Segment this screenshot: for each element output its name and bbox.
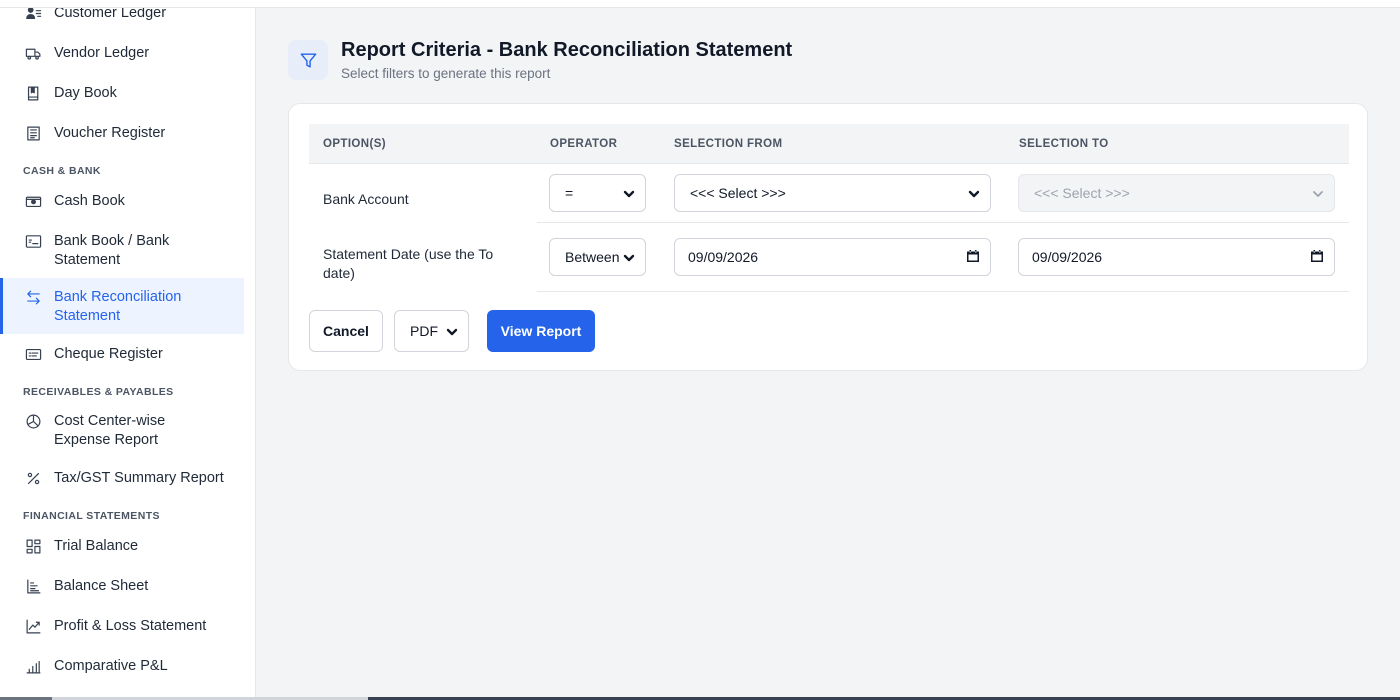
date-from-input[interactable]: 09/09/2026 bbox=[674, 238, 991, 276]
row-divider bbox=[537, 222, 1349, 223]
bar-chart-icon bbox=[24, 657, 42, 675]
sidebar-item-label: Bank Book / Bank Statement bbox=[54, 233, 170, 268]
date-from-value: 09/09/2026 bbox=[688, 249, 759, 265]
pie-chart-icon bbox=[24, 412, 42, 430]
format-value: PDF bbox=[410, 323, 438, 339]
date-to-input[interactable]: 09/09/2026 bbox=[1018, 238, 1335, 276]
sidebar-item-label: Day Book bbox=[54, 85, 117, 101]
selection-from-bank-account[interactable]: <<< Select >>> bbox=[674, 174, 991, 212]
operator-select-bank-account[interactable]: = bbox=[549, 174, 646, 212]
bar-list-icon bbox=[24, 577, 42, 595]
sidebar-item-tax-gst-summary[interactable]: Tax/GST Summary Report bbox=[0, 469, 244, 488]
filter-icon bbox=[288, 40, 328, 80]
format-select[interactable]: PDF bbox=[394, 310, 469, 352]
column-header-selection-to: SELECTION TO bbox=[1019, 138, 1109, 150]
view-report-button[interactable]: View Report bbox=[487, 310, 595, 352]
section-label-financial-statements: FINANCIAL STATEMENTS bbox=[23, 510, 160, 522]
sidebar-item-bank-book[interactable]: Bank Book / Bank Statement bbox=[0, 232, 244, 270]
criteria-table-header: OPTION(S) OPERATOR SELECTION FROM SELECT… bbox=[309, 124, 1349, 164]
section-label-cash-bank: CASH & BANK bbox=[23, 165, 101, 177]
sidebar-item-voucher-register[interactable]: Voucher Register bbox=[0, 124, 244, 143]
sidebar: Customer Ledger Vendor Ledger Day Book V… bbox=[0, 8, 256, 700]
sidebar-item-balance-sheet[interactable]: Balance Sheet bbox=[0, 577, 244, 596]
sidebar-item-day-book[interactable]: Day Book bbox=[0, 84, 244, 103]
sidebar-item-cheque-register[interactable]: Cheque Register bbox=[0, 345, 244, 364]
row-divider bbox=[537, 291, 1349, 292]
chevron-down-icon bbox=[623, 251, 635, 263]
arrows-swap-icon bbox=[24, 288, 42, 306]
grid-layout-icon bbox=[24, 537, 42, 555]
section-label-receivables-payables: RECEIVABLES & PAYABLES bbox=[23, 386, 174, 398]
main-content: Report Criteria - Bank Reconciliation St… bbox=[256, 8, 1400, 700]
sidebar-item-label: Cost Center-wise Expense Report bbox=[54, 413, 166, 448]
chevron-down-icon bbox=[446, 325, 458, 337]
column-header-options: OPTION(S) bbox=[323, 138, 387, 150]
operator-select-statement-date[interactable]: Between bbox=[549, 238, 646, 276]
trend-up-icon bbox=[24, 617, 42, 635]
sidebar-item-label: Customer Ledger bbox=[54, 8, 167, 21]
sidebar-item-label: Bank Reconciliation Statement bbox=[54, 289, 182, 324]
page-title: Report Criteria - Bank Reconciliation St… bbox=[341, 39, 793, 61]
option-label-statement-date: Statement Date (use the To date) bbox=[323, 246, 494, 281]
chevron-down-icon bbox=[623, 187, 635, 199]
sidebar-item-customer-ledger[interactable]: Customer Ledger bbox=[0, 8, 244, 23]
top-bar bbox=[0, 0, 1400, 8]
selection-from-value: <<< Select >>> bbox=[690, 185, 786, 201]
sidebar-item-label: Balance Sheet bbox=[54, 578, 149, 594]
column-header-operator: OPERATOR bbox=[550, 138, 618, 150]
sidebar-item-label: Trial Balance bbox=[54, 538, 139, 554]
sidebar-item-bank-reconciliation[interactable]: Bank Reconciliation Statement bbox=[0, 278, 244, 334]
sidebar-item-comparative-pl[interactable]: Comparative P&L bbox=[0, 657, 244, 676]
selection-to-bank-account: <<< Select >>> bbox=[1018, 174, 1335, 212]
calendar-icon[interactable] bbox=[1310, 249, 1324, 266]
cancel-button[interactable]: Cancel bbox=[309, 310, 383, 352]
sidebar-item-label: Cheque Register bbox=[54, 346, 163, 362]
sidebar-item-label: Voucher Register bbox=[54, 125, 166, 141]
cash-icon bbox=[24, 192, 42, 210]
selection-to-value: <<< Select >>> bbox=[1034, 185, 1130, 201]
sidebar-item-label: Tax/GST Summary Report bbox=[54, 470, 224, 486]
sidebar-item-label: Vendor Ledger bbox=[54, 45, 150, 61]
column-header-selection-from: SELECTION FROM bbox=[674, 138, 783, 150]
sidebar-item-label: Profit & Loss Statement bbox=[54, 618, 207, 634]
sidebar-item-profit-loss[interactable]: Profit & Loss Statement bbox=[0, 617, 244, 636]
sidebar-item-vendor-ledger[interactable]: Vendor Ledger bbox=[0, 44, 244, 63]
chevron-down-icon bbox=[968, 187, 980, 199]
calendar-icon[interactable] bbox=[966, 249, 980, 266]
register-icon bbox=[24, 124, 42, 142]
criteria-card: OPTION(S) OPERATOR SELECTION FROM SELECT… bbox=[288, 103, 1368, 371]
bank-statement-icon bbox=[24, 232, 42, 250]
truck-icon bbox=[24, 44, 42, 62]
option-label-bank-account: Bank Account bbox=[323, 191, 409, 207]
date-to-value: 09/09/2026 bbox=[1032, 249, 1103, 265]
chevron-down-icon bbox=[1312, 187, 1324, 199]
page-subtitle: Select filters to generate this report bbox=[341, 66, 551, 81]
cheque-icon bbox=[24, 345, 42, 363]
operator-value: = bbox=[565, 185, 574, 201]
book-icon bbox=[24, 84, 42, 102]
sidebar-item-cost-center-expense[interactable]: Cost Center-wise Expense Report bbox=[0, 412, 244, 450]
sidebar-item-label: Comparative P&L bbox=[54, 658, 168, 674]
percent-icon bbox=[24, 469, 42, 487]
sidebar-item-trial-balance[interactable]: Trial Balance bbox=[0, 537, 244, 556]
customer-ledger-icon bbox=[24, 8, 42, 22]
sidebar-item-label: Cash Book bbox=[54, 193, 125, 209]
operator-value: Between bbox=[565, 249, 620, 265]
sidebar-item-cash-book[interactable]: Cash Book bbox=[0, 192, 244, 211]
